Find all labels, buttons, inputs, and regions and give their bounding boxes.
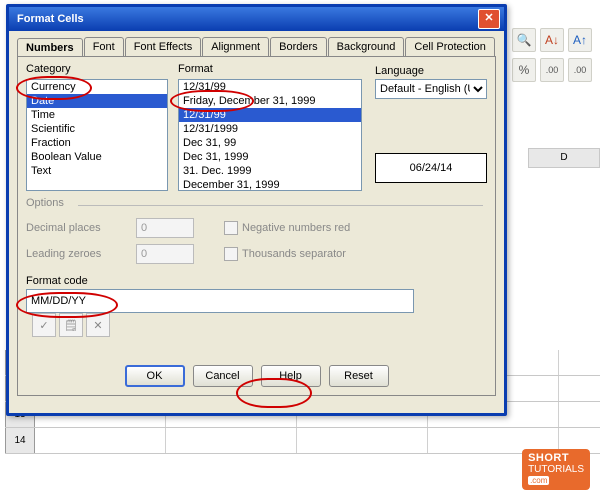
list-item[interactable]: 12/31/99: [179, 80, 361, 94]
negative-red-label: Negative numbers red: [242, 222, 350, 234]
grid-cell[interactable]: [35, 428, 166, 453]
dialog-title: Format Cells: [13, 13, 478, 25]
options-group: Decimal places 0 Negative numbers red Le…: [26, 215, 487, 267]
format-list[interactable]: 12/31/99 Friday, December 31, 1999 12/31…: [178, 79, 362, 191]
reset-button[interactable]: Reset: [329, 365, 389, 387]
row-header[interactable]: 14: [5, 428, 35, 453]
list-item[interactable]: Currency: [27, 80, 167, 94]
accept-icon[interactable]: ✓: [32, 313, 56, 337]
tab-borders[interactable]: Borders: [270, 37, 327, 56]
category-label: Category: [26, 63, 71, 75]
thousands-label: Thousands separator: [242, 248, 346, 260]
format-code-group: Format code ✓ 🗒 ✕: [26, 275, 487, 337]
find-icon[interactable]: 🔍: [512, 28, 536, 52]
decimal-places-stepper: 0: [136, 218, 194, 238]
sort-asc-icon[interactable]: A↓: [540, 28, 564, 52]
thousands-checkbox: [224, 247, 238, 261]
format-code-input[interactable]: [26, 289, 414, 313]
leading-zeroes-stepper: 0: [136, 244, 194, 264]
grid-cell[interactable]: [297, 428, 428, 453]
tab-cell-protection[interactable]: Cell Protection: [405, 37, 495, 56]
note-icon[interactable]: 🗒: [59, 313, 83, 337]
list-item[interactable]: Time: [27, 108, 167, 122]
format-cells-dialog: Format Cells ✕ Numbers Font Font Effects…: [6, 4, 507, 416]
ok-button[interactable]: OK: [125, 365, 185, 387]
tab-alignment[interactable]: Alignment: [202, 37, 269, 56]
format-code-label: Format code: [26, 275, 487, 287]
tab-bar: Numbers Font Font Effects Alignment Bord…: [9, 31, 504, 56]
titlebar[interactable]: Format Cells ✕: [9, 7, 504, 31]
list-item[interactable]: 12/31/99: [179, 108, 361, 122]
list-item[interactable]: Boolean Value: [27, 150, 167, 164]
list-item[interactable]: 12/31/1999: [179, 122, 361, 136]
decimal-places-label: Decimal places: [26, 222, 136, 234]
format-preview: 06/24/14: [375, 153, 487, 183]
list-item[interactable]: Dec 31, 99: [179, 136, 361, 150]
tab-font[interactable]: Font: [84, 37, 124, 56]
list-item[interactable]: Scientific: [27, 122, 167, 136]
options-label: Options: [26, 197, 64, 209]
list-item[interactable]: Friday, December 31, 1999: [179, 94, 361, 108]
list-item[interactable]: 31. Dec. 1999: [179, 164, 361, 178]
language-group: Language Default - English (USA): [375, 65, 487, 99]
add-decimal-icon[interactable]: .00: [540, 58, 564, 82]
column-header-d[interactable]: D: [528, 148, 600, 168]
category-list[interactable]: Currency Date Time Scientific Fraction B…: [26, 79, 168, 191]
divider: [78, 205, 483, 206]
tab-background[interactable]: Background: [328, 37, 405, 56]
tab-font-effects[interactable]: Font Effects: [125, 37, 202, 56]
list-item[interactable]: December 31, 1999: [179, 178, 361, 191]
list-item[interactable]: Text: [27, 164, 167, 178]
language-select[interactable]: Default - English (USA): [375, 79, 487, 99]
list-item[interactable]: Date: [27, 94, 167, 108]
delete-icon[interactable]: ✕: [86, 313, 110, 337]
page: 🔍 A↓ A↑ % .00 .00 D 11 12 13 14 Format C…: [0, 0, 600, 500]
grid-cell[interactable]: [166, 428, 297, 453]
remove-decimal-icon[interactable]: .00: [568, 58, 592, 82]
language-label: Language: [375, 65, 487, 77]
dialog-buttons: OK Cancel Help Reset: [18, 365, 495, 387]
close-icon[interactable]: ✕: [478, 9, 500, 29]
format-label: Format: [178, 63, 213, 75]
cancel-button[interactable]: Cancel: [193, 365, 253, 387]
leading-zeroes-label: Leading zeroes: [26, 248, 136, 260]
right-toolbar: 🔍 A↓ A↑ % .00 .00: [512, 28, 592, 82]
help-button[interactable]: Help: [261, 365, 321, 387]
sort-desc-icon[interactable]: A↑: [568, 28, 592, 52]
negative-red-checkbox: [224, 221, 238, 235]
list-item[interactable]: Dec 31, 1999: [179, 150, 361, 164]
watermark-logo: SHORT TUTORIALS .com: [522, 449, 590, 490]
numbers-panel: Category Currency Date Time Scientific F…: [17, 56, 496, 396]
percent-icon[interactable]: %: [512, 58, 536, 82]
tab-numbers[interactable]: Numbers: [17, 38, 83, 57]
list-item[interactable]: Fraction: [27, 136, 167, 150]
